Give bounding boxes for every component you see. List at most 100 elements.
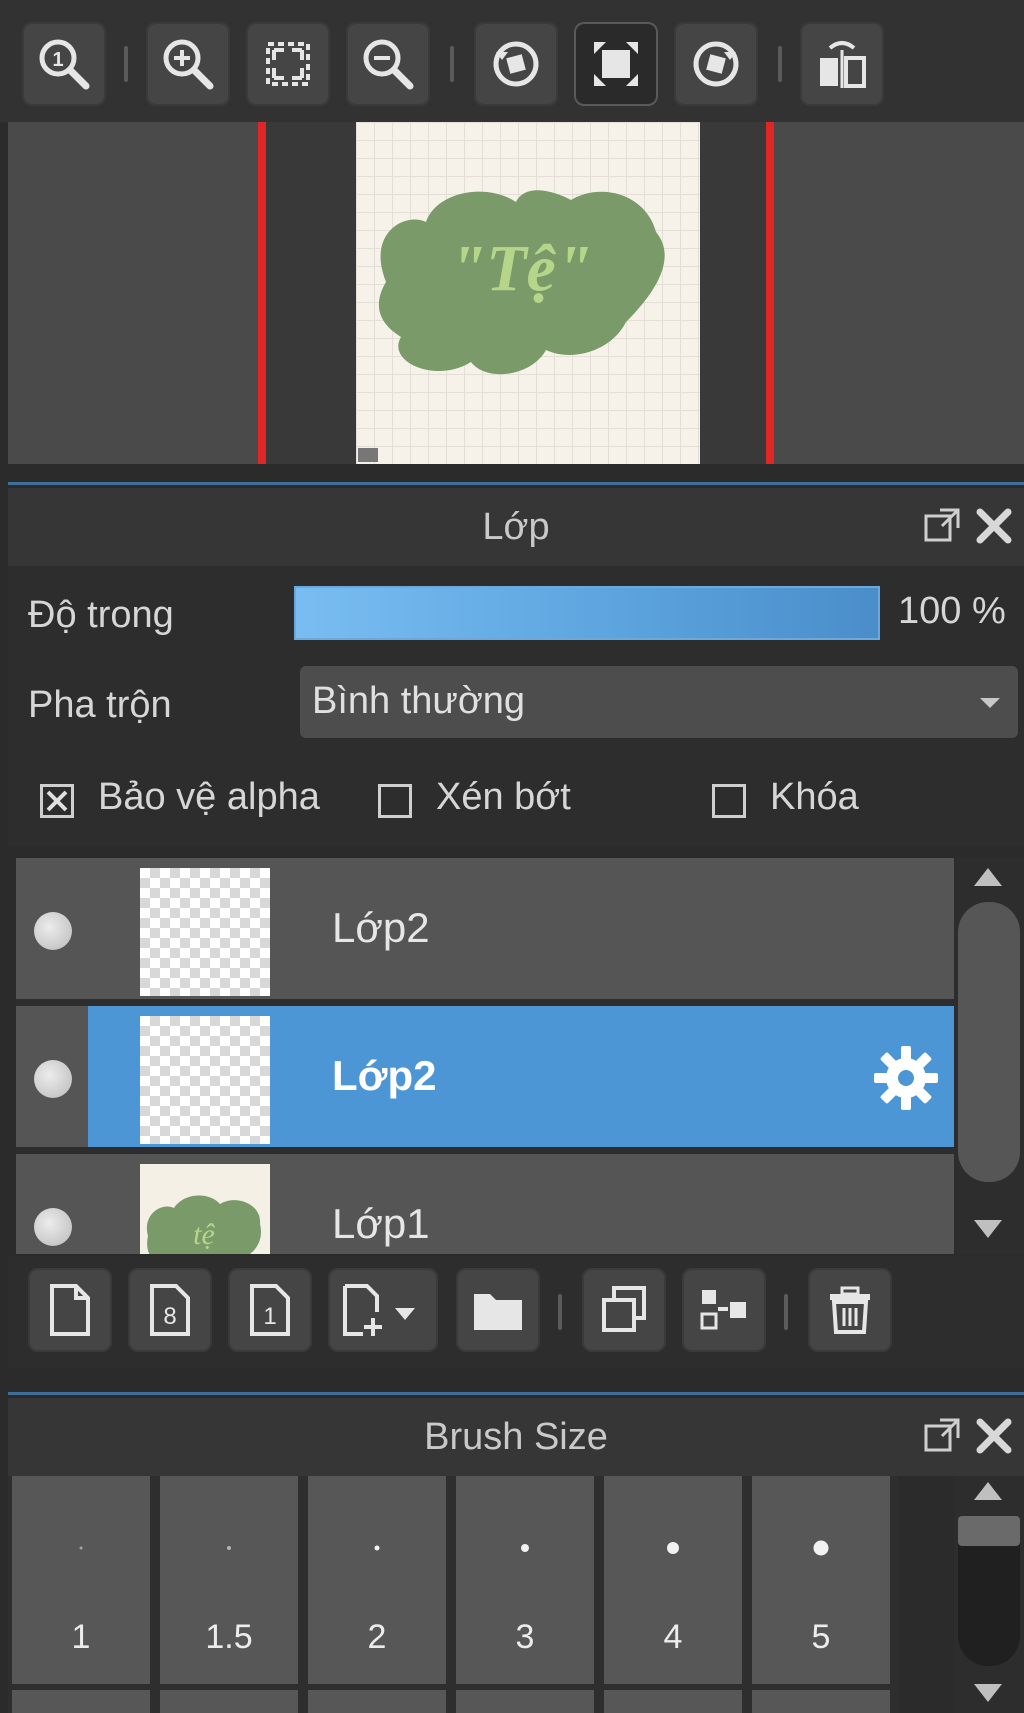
merge-layer-icon — [700, 1290, 746, 1330]
brush-dot — [79, 1546, 83, 1550]
toolbar-separator — [124, 46, 128, 82]
rotate-left-button[interactable] — [474, 22, 558, 106]
brush-grid-scrollbar[interactable] — [954, 1476, 1024, 1713]
lock-checkbox[interactable] — [712, 784, 746, 818]
brush-dot — [374, 1545, 380, 1551]
brush-size-label: 2 — [367, 1618, 387, 1656]
fit-window-icon — [594, 42, 638, 86]
add-layer-dropdown-button[interactable] — [328, 1268, 438, 1352]
zoom-in-button[interactable] — [146, 22, 230, 106]
undock-icon[interactable] — [922, 506, 962, 546]
scroll-down-icon[interactable] — [974, 1684, 1002, 1702]
visibility-toggle[interactable] — [34, 1208, 72, 1246]
rotate-right-icon — [693, 41, 739, 87]
layer-thumbnail — [140, 868, 270, 996]
brush-size-cell[interactable]: 3 — [456, 1476, 594, 1684]
brush-size-cell[interactable]: 1.5 — [160, 1476, 298, 1684]
brush-size-cell[interactable]: 5 — [752, 1476, 890, 1684]
add-layer-dropdown-icon — [343, 1284, 415, 1336]
layer-panel-header: Lớp — [8, 488, 1024, 566]
clipping-label: Xén bớt — [436, 776, 571, 818]
layer-toolbar: 8 1 — [8, 1256, 1024, 1368]
layer-name: Lớp2 — [332, 904, 430, 951]
rotate-left-icon — [493, 41, 539, 87]
brush-dot — [667, 1542, 679, 1554]
clipping-checkbox[interactable] — [378, 784, 412, 818]
layer-properties: Độ trong 100 % Pha trộn Bình thường Bảo … — [8, 566, 1024, 846]
brush-size-cell-next-row[interactable] — [752, 1690, 890, 1713]
toolbar-separator — [784, 1294, 788, 1330]
layer-panel-title: Lớp — [482, 506, 550, 548]
brush-size-label: 5 — [811, 1618, 831, 1656]
scroll-up-icon[interactable] — [974, 868, 1002, 886]
new-layer-icon — [50, 1284, 90, 1336]
close-icon[interactable] — [974, 506, 1014, 546]
navigator-preview[interactable]: "Tệ" — [8, 122, 1024, 464]
lock-label: Khóa — [770, 776, 859, 818]
layer-list-scrollbar[interactable] — [954, 858, 1024, 1254]
opacity-label: Độ trong — [28, 594, 174, 636]
zoom-in-icon — [163, 39, 214, 90]
svg-text:1: 1 — [263, 1303, 276, 1330]
canvas-thumbnail: "Tệ" — [356, 122, 700, 464]
brush-size-cell-next-row[interactable] — [12, 1690, 150, 1713]
new-folder-button[interactable] — [456, 1268, 540, 1352]
fit-window-button[interactable] — [574, 22, 658, 106]
layer-name: Lớp1 — [332, 1200, 430, 1247]
merge-layer-button[interactable] — [682, 1268, 766, 1352]
brush-size-cell-next-row[interactable] — [160, 1690, 298, 1713]
toolbar-separator — [778, 46, 782, 82]
brush-size-label: 3 — [515, 1618, 535, 1656]
rotate-right-button[interactable] — [674, 22, 758, 106]
layer-thumbnail — [140, 1016, 270, 1144]
canvas-artwork: "Tệ" — [358, 190, 665, 462]
layer-row[interactable]: Lớp2 — [16, 858, 954, 1002]
folder-icon — [474, 1294, 522, 1330]
protect-alpha-checkbox[interactable] — [40, 784, 74, 818]
brush-size-cell[interactable]: 1 — [12, 1476, 150, 1684]
layer-thumbnail: tệ — [140, 1164, 270, 1254]
new-1bit-layer-button[interactable]: 1 — [228, 1268, 312, 1352]
brush-size-grid: 1 1.5 2 3 4 5 — [8, 1476, 898, 1713]
brush-size-cell[interactable]: 4 — [604, 1476, 742, 1684]
brush-size-cell-next-row[interactable] — [456, 1690, 594, 1713]
zoom-out-button[interactable] — [346, 22, 430, 106]
blend-mode-value: Bình thường — [312, 680, 526, 722]
opacity-slider[interactable] — [294, 586, 880, 640]
scroll-thumb[interactable] — [958, 902, 1020, 1182]
flip-horizontal-button[interactable] — [800, 22, 884, 106]
panel-divider — [8, 482, 1024, 485]
layer-row-selected[interactable]: Lớp2 — [16, 1006, 954, 1150]
toolbar-separator — [558, 1294, 562, 1330]
opacity-value: 100 % — [898, 590, 1006, 632]
toolbar-separator — [450, 46, 454, 82]
zoom-out-icon — [363, 39, 414, 90]
visibility-toggle[interactable] — [34, 912, 72, 950]
trash-icon — [830, 1286, 870, 1334]
blend-mode-select[interactable]: Bình thường — [300, 666, 1018, 738]
new-layer-button[interactable] — [28, 1268, 112, 1352]
zoom-actual-button[interactable]: 1 — [22, 22, 106, 106]
delete-layer-button[interactable] — [808, 1268, 892, 1352]
brush-size-label: 4 — [663, 1618, 683, 1656]
scroll-down-icon[interactable] — [974, 1220, 1002, 1238]
visibility-toggle[interactable] — [34, 1060, 72, 1098]
gear-icon[interactable] — [870, 1042, 942, 1114]
zoom-fit-icon — [266, 42, 310, 86]
scroll-thumb[interactable] — [958, 1516, 1020, 1546]
new-1bit-layer-icon: 1 — [250, 1284, 290, 1336]
svg-text:1: 1 — [52, 49, 63, 71]
scroll-up-icon[interactable] — [974, 1482, 1002, 1500]
close-icon[interactable] — [974, 1416, 1014, 1456]
duplicate-layer-button[interactable] — [582, 1268, 666, 1352]
zoom-fit-button[interactable] — [246, 22, 330, 106]
brush-size-cell-next-row[interactable] — [308, 1690, 446, 1713]
duplicate-layer-icon — [602, 1286, 646, 1332]
svg-text:tệ: tệ — [193, 1218, 215, 1251]
brush-size-cell[interactable]: 2 — [308, 1476, 446, 1684]
brush-size-cell-next-row[interactable] — [604, 1690, 742, 1713]
preview-lettering: "Tệ" — [450, 232, 593, 305]
undock-icon[interactable] — [922, 1416, 962, 1456]
layer-row[interactable]: tệ Lớp1 — [16, 1154, 954, 1254]
new-8bit-layer-button[interactable]: 8 — [128, 1268, 212, 1352]
